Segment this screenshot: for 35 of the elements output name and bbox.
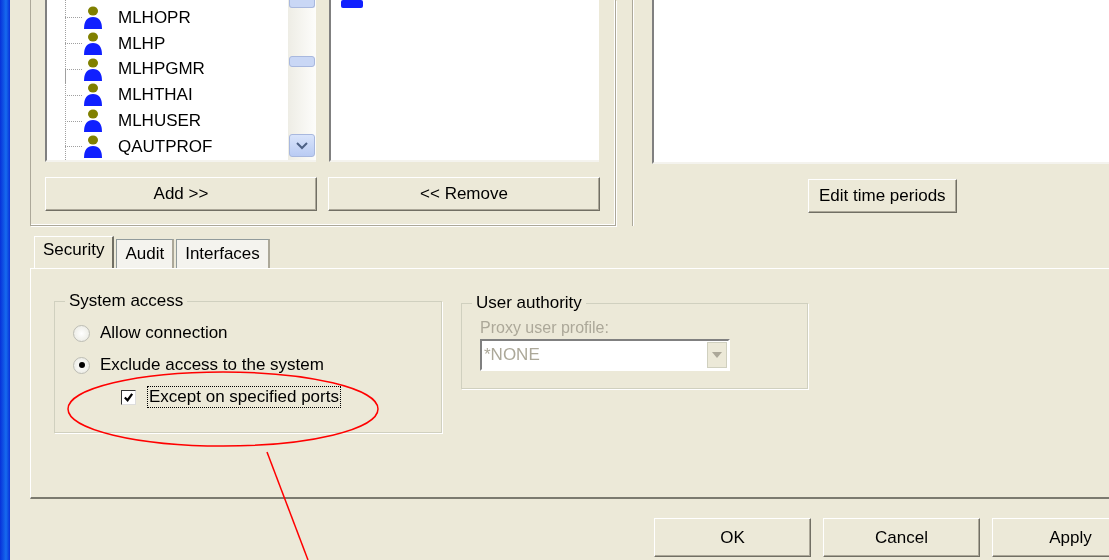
tree-item[interactable]: QAUTPROF — [118, 136, 213, 157]
dialog-button[interactable]: Apply — [992, 518, 1109, 557]
tree-item[interactable]: MLHUSER — [118, 111, 202, 132]
tab[interactable]: Audit — [116, 239, 175, 268]
group-title: User authority — [475, 293, 583, 313]
field-label: Proxy user profile: — [480, 319, 610, 337]
tab[interactable]: Security — [34, 236, 115, 268]
scrollbar[interactable] — [288, 0, 316, 160]
user-icon — [82, 82, 104, 109]
checkbox-label: Except on specified ports — [148, 387, 340, 407]
user-icon — [82, 30, 104, 57]
edit-time-periods-button[interactable]: Edit time periods — [808, 179, 957, 213]
tree-item[interactable]: MLHPGMR — [118, 59, 205, 80]
remove-button[interactable]: << Remove — [328, 177, 600, 211]
dialog-button[interactable]: Cancel — [823, 518, 980, 557]
user-icon — [82, 56, 104, 83]
tree-item[interactable]: MLHTHAI — [118, 85, 193, 106]
scroll-marker — [289, 56, 315, 67]
tree-item[interactable]: MLHOPR — [118, 7, 191, 28]
dialog-button[interactable]: OK — [654, 518, 811, 557]
tree-item[interactable]: MLHP — [118, 33, 166, 54]
radio-button[interactable] — [73, 356, 90, 374]
radio-button[interactable] — [73, 324, 90, 342]
radio-label: Allow connection — [100, 323, 228, 343]
dropdown-arrow-icon — [712, 352, 722, 358]
radio-label: Exclude access to the system — [100, 355, 324, 375]
checkbox[interactable] — [121, 389, 136, 405]
user-icon — [341, 0, 363, 8]
add-button[interactable]: Add >> — [45, 177, 317, 211]
user-icon — [82, 133, 104, 160]
user-icon — [82, 108, 104, 135]
group-title: System access — [68, 291, 185, 311]
user-icon — [82, 4, 104, 31]
scrollbar-thumb[interactable] — [289, 0, 315, 8]
tab[interactable]: Interfaces — [176, 239, 270, 268]
